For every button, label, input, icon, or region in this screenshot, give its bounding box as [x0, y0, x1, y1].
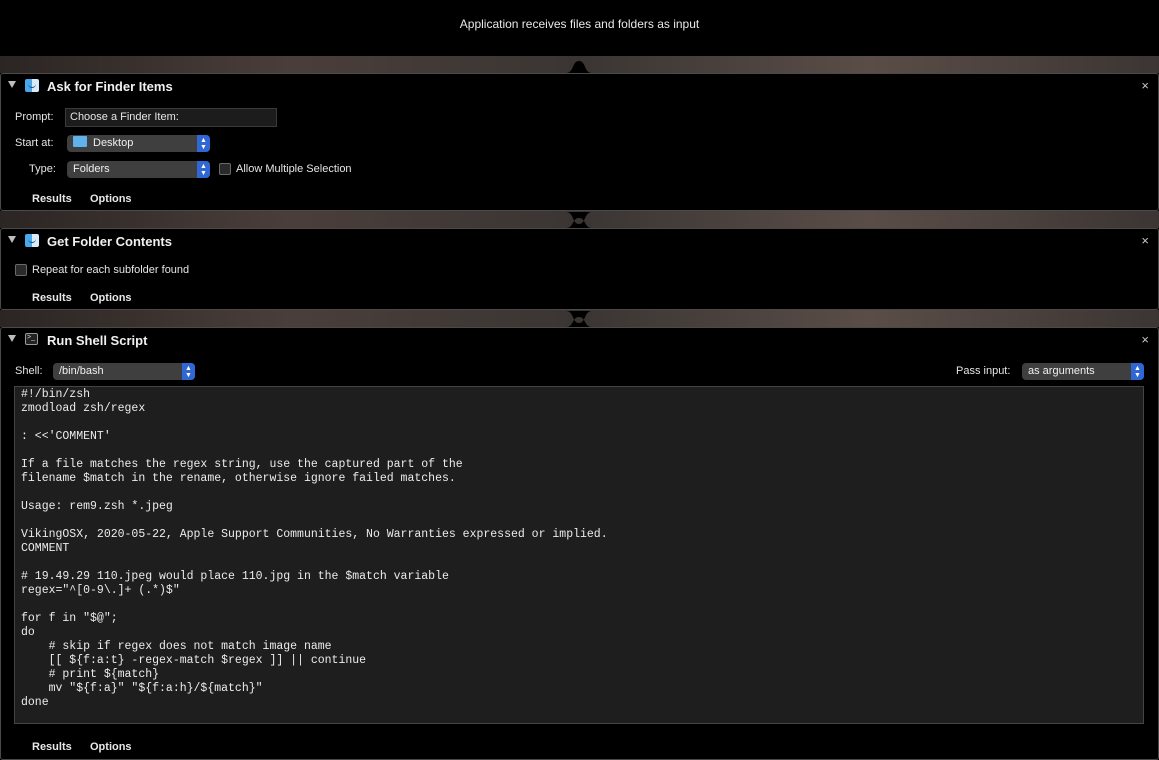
workflow-input-text: Application receives files and folders a…	[459, 17, 700, 31]
close-icon[interactable]: ×	[1141, 332, 1149, 347]
prompt-field[interactable]: Choose a Finder Item:	[65, 108, 277, 127]
finder-icon	[25, 79, 39, 92]
pass-input-label: Pass input:	[956, 365, 1011, 377]
action-connector	[566, 61, 592, 73]
type-value: Folders	[73, 163, 110, 175]
start-at-value: Desktop	[93, 137, 134, 149]
action-title: Run Shell Script	[47, 333, 148, 348]
disclosure-triangle-icon[interactable]	[8, 236, 16, 243]
script-editor[interactable]: #!/bin/zsh zmodload zsh/regex : <<'COMME…	[14, 386, 1144, 724]
shell-value: /bin/bash	[59, 365, 104, 377]
allow-multiple-checkbox[interactable]	[219, 163, 231, 175]
repeat-subfolder-checkbox[interactable]	[15, 264, 27, 276]
type-popup[interactable]: Folders ▲ ▼	[67, 161, 210, 178]
allow-multiple-label: Allow Multiple Selection	[236, 163, 352, 175]
folder-icon	[73, 136, 87, 147]
shell-popup[interactable]: /bin/bash ▲ ▼	[53, 363, 195, 380]
options-button[interactable]: Options	[90, 741, 132, 753]
pass-input-popup[interactable]: as arguments ▲ ▼	[1022, 363, 1144, 380]
action-title: Get Folder Contents	[47, 234, 172, 249]
action-title: Ask for Finder Items	[47, 79, 173, 94]
action-connector	[566, 311, 592, 327]
start-at-popup[interactable]: Desktop ▲ ▼	[67, 135, 210, 152]
start-at-label: Start at:	[15, 137, 54, 149]
shell-label: Shell:	[15, 365, 43, 377]
options-button[interactable]: Options	[90, 193, 132, 205]
prompt-label: Prompt:	[15, 111, 54, 123]
results-button[interactable]: Results	[32, 741, 72, 753]
finder-icon	[25, 234, 39, 247]
close-icon[interactable]: ×	[1141, 233, 1149, 248]
popup-arrows-icon: ▲ ▼	[1131, 363, 1144, 380]
action-title-bar: >_ Run Shell Script ×	[1, 328, 1158, 352]
disclosure-triangle-icon[interactable]	[8, 81, 16, 88]
type-label: Type:	[29, 163, 56, 175]
results-button[interactable]: Results	[32, 292, 72, 304]
popup-arrows-icon: ▲ ▼	[197, 161, 210, 178]
action-ask-for-finder-items: Ask for Finder Items × Prompt: Choose a …	[0, 73, 1159, 211]
terminal-icon: >_	[25, 333, 38, 345]
popup-arrows-icon: ▲ ▼	[197, 135, 210, 152]
popup-arrows-icon: ▲ ▼	[182, 363, 195, 380]
disclosure-triangle-icon[interactable]	[8, 335, 16, 342]
action-get-folder-contents: Get Folder Contents × Repeat for each su…	[0, 228, 1159, 310]
options-button[interactable]: Options	[90, 292, 132, 304]
action-title-bar: Get Folder Contents ×	[1, 229, 1158, 253]
workflow-input-header: Application receives files and folders a…	[0, 0, 1159, 56]
action-run-shell-script: >_ Run Shell Script × Shell: /bin/bash ▲…	[0, 327, 1159, 760]
action-title-bar: Ask for Finder Items ×	[1, 74, 1158, 98]
action-connector	[566, 212, 592, 228]
repeat-subfolder-label: Repeat for each subfolder found	[32, 264, 190, 276]
results-button[interactable]: Results	[32, 193, 72, 205]
close-icon[interactable]: ×	[1141, 78, 1149, 93]
pass-input-value: as arguments	[1028, 365, 1095, 377]
